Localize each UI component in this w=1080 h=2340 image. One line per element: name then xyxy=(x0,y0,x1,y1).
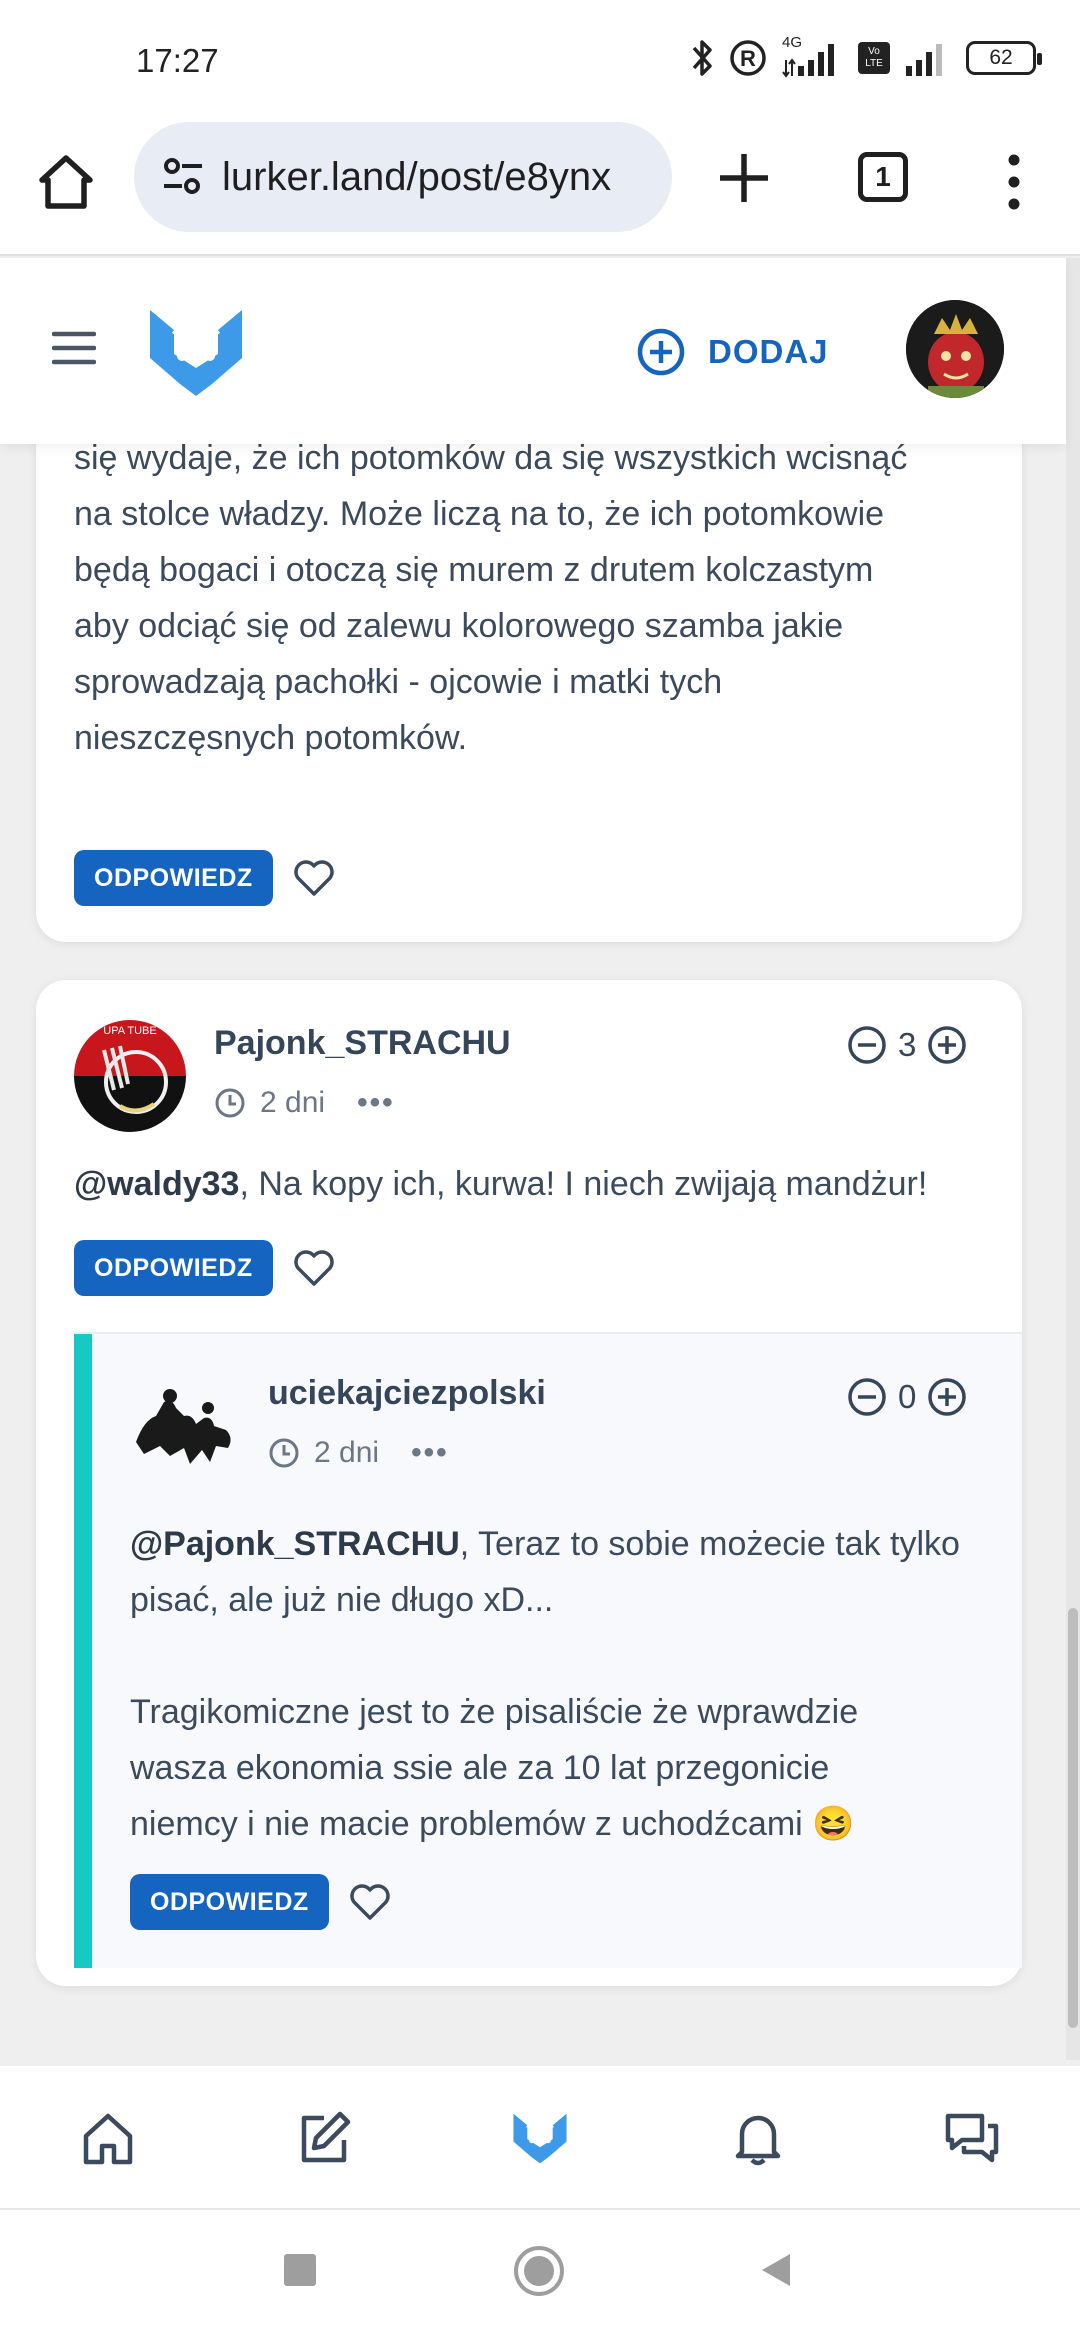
thread-line xyxy=(74,1334,92,1968)
reply-author[interactable]: uciekajciezpolski xyxy=(268,1374,546,1413)
status-icons: R 4G Vo LTE 62 xyxy=(690,34,1042,80)
heart-icon[interactable] xyxy=(348,1882,392,1922)
vote-control: 0 xyxy=(846,1376,968,1418)
volte-icon: Vo LTE xyxy=(858,42,890,74)
volte-label: Vo LTE xyxy=(865,46,883,69)
home-icon[interactable] xyxy=(34,150,98,214)
tab-switcher-button[interactable]: 1 xyxy=(858,152,908,202)
back-icon[interactable] xyxy=(756,2250,796,2290)
clock-icon xyxy=(215,1088,245,1118)
comment-avatar[interactable]: UPA TUBE xyxy=(74,1020,186,1132)
comment-card: UPA TUBE Pajonk_STRACHU 2 dni ••• 3 @wal… xyxy=(36,980,1022,1986)
vote-count: 0 xyxy=(898,1378,917,1415)
status-bar: 17:27 R 4G Vo LTE 62 xyxy=(0,0,1080,110)
add-label: DODAJ xyxy=(708,333,829,370)
user-avatar[interactable] xyxy=(906,300,1004,398)
edit-icon[interactable] xyxy=(294,2108,354,2168)
add-circle-icon xyxy=(637,328,685,376)
site-settings-icon[interactable] xyxy=(160,154,206,200)
vote-count: 3 xyxy=(898,1026,917,1063)
more-options-icon[interactable]: ••• xyxy=(411,1436,449,1470)
downvote-icon[interactable] xyxy=(846,1376,888,1418)
site-header: DODAJ xyxy=(0,258,1066,444)
reply-time: 2 dni xyxy=(314,1436,380,1469)
new-tab-icon[interactable] xyxy=(716,150,772,206)
clock: 17:27 xyxy=(136,42,219,79)
recents-icon[interactable] xyxy=(280,2250,320,2290)
chat-icon[interactable] xyxy=(942,2108,1002,2168)
lurker-logo-icon[interactable] xyxy=(510,2108,570,2168)
reply-text: @Pajonk_STRACHU, Teraz to sobie możecie … xyxy=(130,1516,1018,1852)
reply-body-line1: , Teraz to sobie możecie tak tylko xyxy=(459,1525,960,1563)
mention-link[interactable]: @waldy33 xyxy=(74,1165,239,1203)
comment-author[interactable]: Pajonk_STRACHU xyxy=(214,1024,511,1063)
scroll-thumb[interactable] xyxy=(1068,1608,1078,2028)
user-avatar-image xyxy=(906,300,1004,398)
signal-bars-icon xyxy=(782,44,834,78)
comment-avatar-image: UPA TUBE xyxy=(74,1020,186,1132)
avatar-caption: UPA TUBE xyxy=(103,1025,156,1037)
reply-button[interactable]: ODPOWIEDZ xyxy=(74,1240,273,1296)
lurker-logo-icon[interactable] xyxy=(144,306,248,398)
laughing-emoji: 😆 xyxy=(812,1805,855,1843)
comment-time: 2 dni xyxy=(260,1086,326,1119)
add-button[interactable]: DODAJ xyxy=(636,324,829,380)
menu-icon[interactable] xyxy=(52,330,96,366)
home-icon[interactable] xyxy=(78,2108,138,2168)
comment-meta: 2 dni ••• xyxy=(214,1086,395,1120)
more-menu-icon[interactable] xyxy=(1000,150,1028,214)
signal-4g: 4G xyxy=(782,34,844,78)
vote-control: 3 xyxy=(846,1024,968,1066)
more-options-icon[interactable]: ••• xyxy=(357,1086,395,1120)
battery-icon: 62 xyxy=(966,41,1042,75)
comment-text: @waldy33, Na kopy ich, kurwa! I niech zw… xyxy=(74,1156,1014,1212)
url-text[interactable]: lurker.land/post/e8ynx xyxy=(222,155,611,200)
system-navigation xyxy=(0,2210,1080,2340)
reply-meta: 2 dni ••• xyxy=(268,1436,449,1470)
browser-toolbar: lurker.land/post/e8ynx 1 xyxy=(0,110,1080,256)
heart-icon[interactable] xyxy=(292,1248,336,1288)
mention-link[interactable]: @Pajonk_STRACHU xyxy=(130,1525,460,1563)
downvote-icon[interactable] xyxy=(846,1024,888,1066)
bottom-navigation xyxy=(0,2066,1080,2210)
battery-level: 62 xyxy=(989,46,1013,69)
reply-button[interactable]: ODPOWIEDZ xyxy=(74,850,273,906)
reply-body: pisać, ale już nie długo xD... Tragikomi… xyxy=(130,1581,859,1843)
post-text: się wydaje, że ich potomków da się wszys… xyxy=(74,439,908,757)
nested-reply: uciekajciezpolski 2 dni ••• 0 @Pajonk_ST… xyxy=(74,1332,1022,1968)
comment-body: , Na kopy ich, kurwa! I niech zwijają ma… xyxy=(239,1165,928,1203)
page-scrollbar[interactable] xyxy=(1066,258,1080,2060)
reply-avatar[interactable] xyxy=(130,1372,242,1484)
svg-text:R: R xyxy=(740,46,756,71)
home-button-icon[interactable] xyxy=(512,2244,566,2298)
upvote-icon[interactable] xyxy=(926,1024,968,1066)
signal-bars-2-icon xyxy=(906,44,942,76)
heart-icon[interactable] xyxy=(292,858,336,898)
clock-icon xyxy=(269,1438,299,1468)
url-bar[interactable]: lurker.land/post/e8ynx xyxy=(134,122,672,232)
upvote-icon[interactable] xyxy=(926,1376,968,1418)
bluetooth-icon xyxy=(692,40,712,76)
reply-button[interactable]: ODPOWIEDZ xyxy=(130,1874,329,1930)
registered-icon: R xyxy=(730,40,766,76)
reply-avatar-image xyxy=(130,1372,242,1484)
bell-icon[interactable] xyxy=(728,2108,788,2168)
